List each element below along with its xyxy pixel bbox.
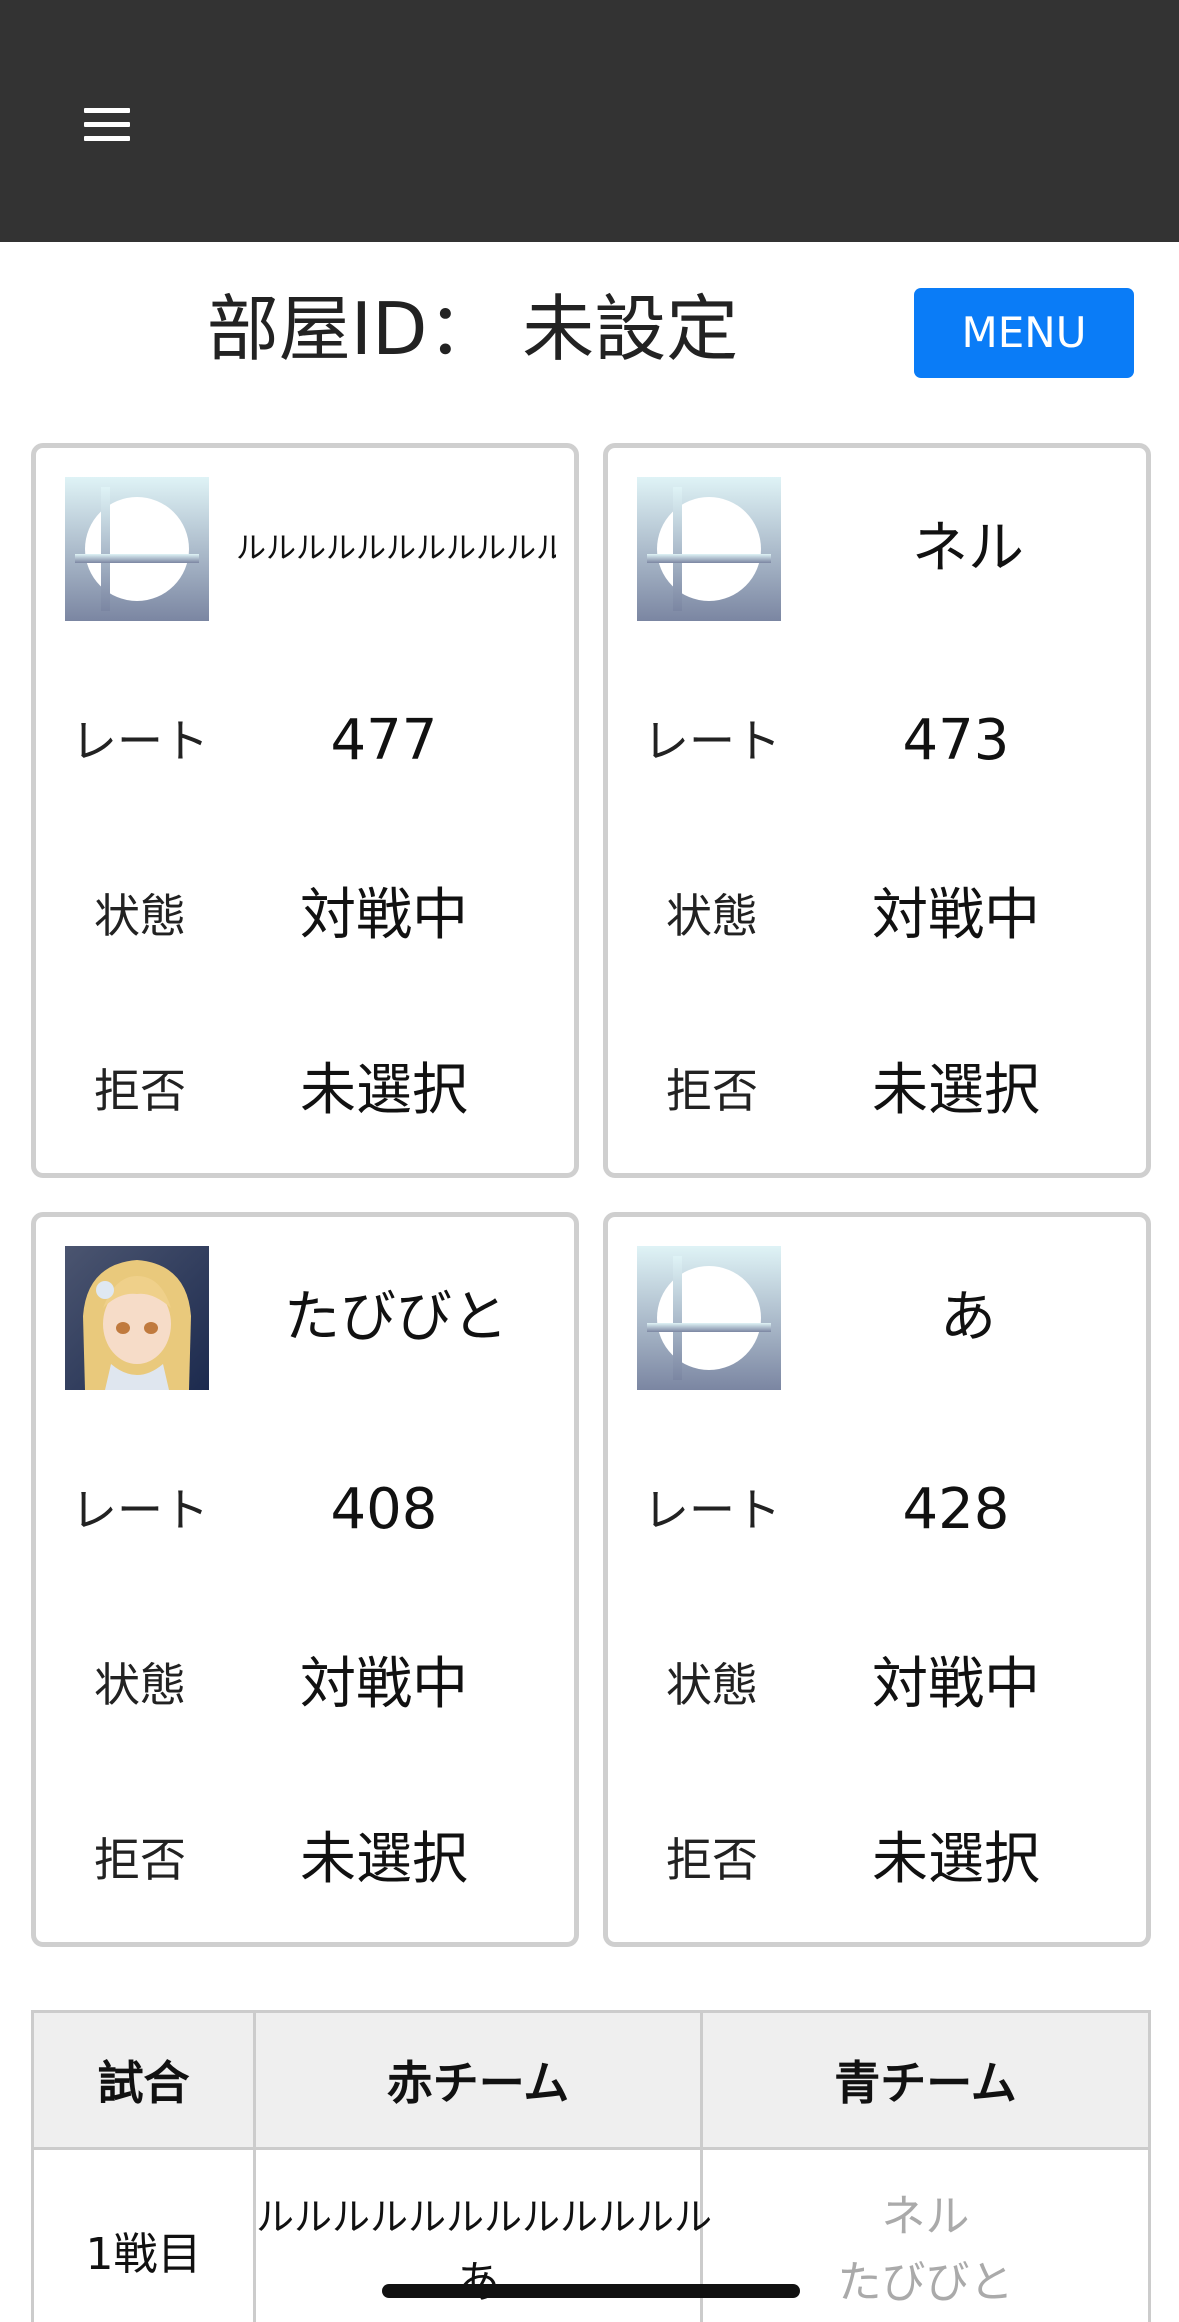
player-name: ネル <box>912 516 1024 581</box>
blue-team-member: ネル <box>881 2191 970 2242</box>
state-value: 対戦中 <box>872 883 1040 948</box>
rate-value: 428 <box>902 1477 1010 1542</box>
rate-label: レート <box>71 1483 209 1537</box>
refuse-value[interactable]: 未選択 <box>816 1825 1096 1895</box>
state-label: 状態 <box>666 889 758 943</box>
column-header-red-team: 赤チーム <box>253 2010 703 2150</box>
player-name: たびびと <box>284 1285 508 1350</box>
match-number: 1戦目 <box>31 2147 256 2322</box>
character-portrait <box>65 1246 209 1390</box>
room-header: 部屋ID： 未設定 MENU <box>0 242 1179 442</box>
player-card: たびびと レート 408 状態 対戦中 拒否 未選択 <box>31 1212 579 1947</box>
room-title: 部屋ID： 未設定 <box>0 284 945 374</box>
hamburger-icon[interactable] <box>84 104 130 144</box>
refuse-label: 拒否 <box>666 1064 758 1118</box>
red-team-member: あ <box>456 2257 500 2308</box>
room-id-label: 部屋ID： <box>206 287 500 371</box>
table-header-row: 試合 赤チーム 青チーム <box>31 2010 1151 2150</box>
rate-label: レート <box>643 714 781 768</box>
player-card: ネル レート 473 状態 対戦中 拒否 未選択 <box>603 443 1151 1178</box>
state-value: 対戦中 <box>300 883 468 948</box>
refuse-value[interactable]: 未選択 <box>244 1825 524 1895</box>
state-label: 状態 <box>666 1658 758 1712</box>
rate-label: レート <box>643 1483 781 1537</box>
player-card: あ レート 428 状態 対戦中 拒否 未選択 <box>603 1212 1151 1947</box>
rate-value: 477 <box>330 708 438 773</box>
menu-button[interactable]: MENU <box>914 288 1134 378</box>
rate-label: レート <box>71 714 209 768</box>
state-value: 対戦中 <box>300 1652 468 1717</box>
refuse-label: 拒否 <box>666 1833 758 1887</box>
rate-value: 473 <box>902 708 1010 773</box>
refuse-label: 拒否 <box>94 1064 186 1118</box>
column-header-blue-team: 青チーム <box>700 2010 1151 2150</box>
refuse-value[interactable]: 未選択 <box>244 1056 524 1126</box>
rate-value: 408 <box>330 1477 438 1542</box>
top-bar <box>0 0 1179 242</box>
refuse-value[interactable]: 未選択 <box>816 1056 1096 1126</box>
refuse-label: 拒否 <box>94 1833 186 1887</box>
home-indicator[interactable] <box>382 2284 800 2298</box>
smash-logo-icon <box>637 1246 781 1390</box>
room-id-value: 未設定 <box>522 287 739 371</box>
page: 部屋ID： 未設定 MENU ルルルルルルルルルルルル レート 477 状態 対 <box>0 0 1179 2322</box>
state-value: 対戦中 <box>872 1652 1040 1717</box>
smash-logo-icon <box>65 477 209 621</box>
player-card: ルルルルルルルルルルルル レート 477 状態 対戦中 拒否 未選択 <box>31 443 579 1178</box>
red-team-member: ルルルルルルルルルルルル <box>256 2195 713 2239</box>
match-table: 試合 赤チーム 青チーム 1戦目 ルルルルルルルルルルルル あ ネル たびびと <box>31 2010 1151 2322</box>
state-label: 状態 <box>94 1658 186 1712</box>
state-label: 状態 <box>94 889 186 943</box>
smash-logo-icon <box>637 477 781 621</box>
player-name: あ <box>940 1285 996 1350</box>
blue-team-member: たびびと <box>837 2257 1014 2308</box>
column-header-match: 試合 <box>31 2010 256 2150</box>
player-name: ルルルルルルルルルルルル <box>236 531 556 566</box>
